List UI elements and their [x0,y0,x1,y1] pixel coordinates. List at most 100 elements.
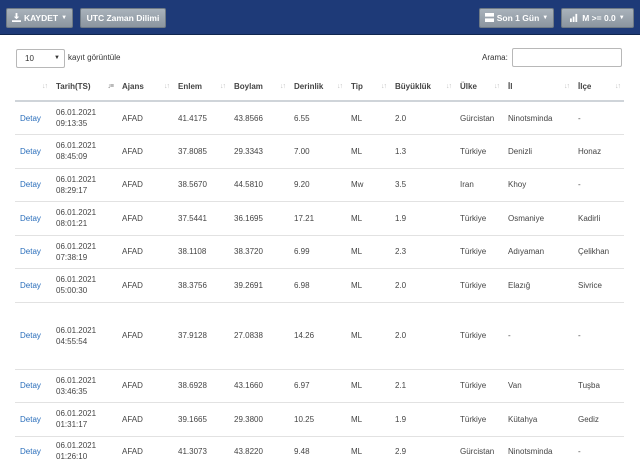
table-row: Detay 06.01.2021 08:45:09 AFAD 37.8085 29… [15,134,624,168]
header-depth[interactable]: Derinlik ↓↑ [289,73,346,102]
server-icon [484,12,494,24]
country-cell: Türkiye [455,268,503,302]
type-cell: ML [346,268,390,302]
magnitude-cell: 1.9 [390,402,455,436]
depth-cell: 6.55 [289,100,346,135]
header-detail[interactable]: ↓↑ [15,73,51,102]
top-toolbar: KAYDET ▼ UTC Zaman Dilimi Son 1 Gün ▼ M … [0,0,640,35]
search-input[interactable] [512,48,622,67]
country-cell: Türkiye [455,402,503,436]
header-type[interactable]: Tip ↓↑ [346,73,390,102]
caret-down-icon: ▼ [542,15,549,21]
district-cell: - [573,100,624,135]
table-row: Detay 06.01.2021 08:01:21 AFAD 37.5441 36… [15,201,624,235]
longitude-cell: 39.2691 [229,268,289,302]
latitude-cell: 38.6928 [173,368,229,403]
time-range-label: Son 1 Gün [496,13,540,23]
header-province[interactable]: İl ↓↑ [503,73,573,102]
table-row: Detay 06.01.2021 01:31:17 AFAD 39.1665 29… [15,402,624,436]
agency-cell: AFAD [117,435,173,466]
sort-icon: ↓↑ [164,83,170,90]
datetime-cell: 06.01.2021 01:31:17 [51,402,117,436]
page-length-select[interactable]: 10 ▼ [16,49,65,68]
sort-icon: ↓↑ [220,83,226,90]
magnitude-filter-label: M >= 0.0 [582,13,616,23]
detail-link[interactable]: Detay [15,134,51,168]
country-cell: Türkiye [455,234,503,269]
sort-desc-icon: ↓≡ [107,83,114,90]
depth-cell: 6.99 [289,234,346,269]
search-label: Arama: [482,53,508,62]
latitude-cell: 39.1665 [173,402,229,436]
depth-cell: 9.48 [289,435,346,466]
detail-link[interactable]: Detay [15,234,51,269]
datetime-cell: 06.01.2021 09:13:35 [51,100,117,135]
type-cell: ML [346,134,390,168]
district-cell: Tuşba [573,368,624,403]
export-label: KAYDET [23,13,59,23]
detail-link[interactable]: Detay [15,301,51,369]
latitude-cell: 37.8085 [173,134,229,168]
type-cell: ML [346,402,390,436]
province-cell: Adıyaman [503,234,573,269]
detail-link[interactable]: Detay [15,368,51,403]
longitude-cell: 29.3343 [229,134,289,168]
depth-cell: 6.97 [289,368,346,403]
longitude-cell: 27.0838 [229,301,289,369]
magnitude-cell: 2.9 [390,435,455,466]
sort-icon: ↓↑ [564,83,570,90]
datetime-cell: 06.01.2021 07:38:19 [51,234,117,269]
longitude-cell: 44.5810 [229,167,289,202]
province-cell: - [503,301,573,369]
header-latitude[interactable]: Enlem ↓↑ [173,73,229,102]
country-cell: Türkiye [455,301,503,369]
header-magnitude[interactable]: Büyüklük ↓↑ [390,73,455,102]
magnitude-filter-dropdown-button[interactable]: M >= 0.0 ▼ [561,8,634,28]
table-row: Detay 06.01.2021 03:46:35 AFAD 38.6928 43… [15,368,624,403]
type-cell: ML [346,100,390,135]
table-header-row: ↓↑ Tarih(TS) ↓≡ Ajans ↓↑ Enlem ↓↑ Boylam ↓↑ … [15,73,624,102]
longitude-cell: 43.8566 [229,100,289,135]
utc-timezone-button[interactable]: UTC Zaman Dilimi [80,8,166,28]
agency-cell: AFAD [117,167,173,202]
detail-link[interactable]: Detay [15,100,51,135]
latitude-cell: 38.1108 [173,234,229,269]
caret-down-icon: ▼ [618,15,625,21]
header-agency[interactable]: Ajans ↓↑ [117,73,173,102]
export-dropdown-button[interactable]: KAYDET ▼ [6,8,73,28]
depth-cell: 6.98 [289,268,346,302]
header-longitude[interactable]: Boylam ↓↑ [229,73,289,102]
province-cell: Kütahya [503,402,573,436]
agency-cell: AFAD [117,201,173,235]
district-cell: Çelikhan [573,234,624,269]
magnitude-cell: 1.3 [390,134,455,168]
district-cell: Kadirli [573,201,624,235]
datetime-cell: 06.01.2021 08:45:09 [51,134,117,168]
datetime-cell: 06.01.2021 03:46:35 [51,368,117,403]
agency-cell: AFAD [117,368,173,403]
table-row: Detay 06.01.2021 01:26:10 AFAD 41.3073 43… [15,435,624,466]
detail-link[interactable]: Detay [15,201,51,235]
type-cell: ML [346,234,390,269]
type-cell: Mw [346,167,390,202]
header-date[interactable]: Tarih(TS) ↓≡ [51,73,117,102]
detail-link[interactable]: Detay [15,435,51,466]
district-cell: Gediz [573,402,624,436]
datetime-cell: 06.01.2021 04:55:54 [51,301,117,369]
detail-link[interactable]: Detay [15,268,51,302]
depth-cell: 14.26 [289,301,346,369]
province-cell: Ninotsminda [503,100,573,135]
datetime-cell: 06.01.2021 01:26:10 [51,435,117,466]
province-cell: Khoy [503,167,573,202]
country-cell: Türkiye [455,134,503,168]
table-controls: 10 ▼ kayıt görüntüle Arama: [0,40,640,75]
detail-link[interactable]: Detay [15,167,51,202]
header-country[interactable]: Ülke ↓↑ [455,73,503,102]
header-district[interactable]: İlçe ↓↑ [573,73,624,102]
province-cell: Elazığ [503,268,573,302]
time-range-dropdown-button[interactable]: Son 1 Gün ▼ [479,8,554,28]
caret-down-icon: ▼ [61,15,68,21]
detail-link[interactable]: Detay [15,402,51,436]
sort-icon: ↓↑ [615,83,621,90]
province-cell: Denizli [503,134,573,168]
